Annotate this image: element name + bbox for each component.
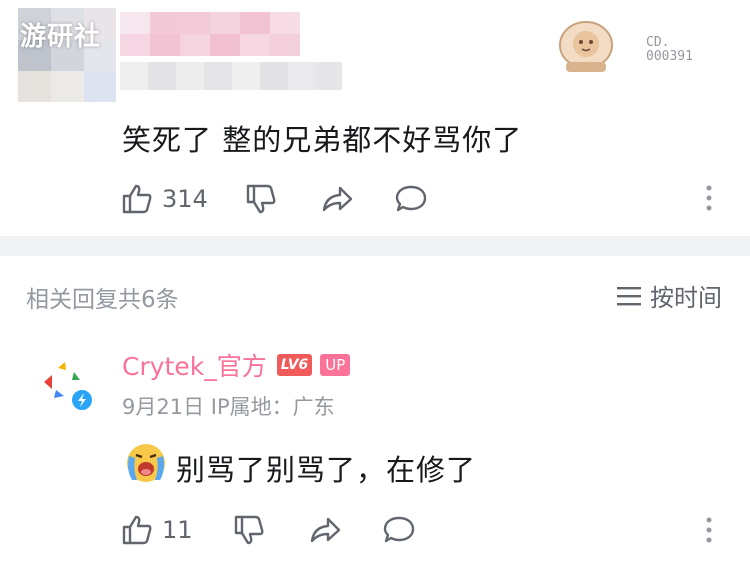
like-icon[interactable] <box>120 182 154 216</box>
reply-icon[interactable] <box>394 182 428 216</box>
like-count: 11 <box>162 516 193 544</box>
share-icon[interactable] <box>320 182 354 216</box>
watermark-text: 游研社 <box>20 22 102 52</box>
author-name[interactable]: Crytek_官方 <box>122 347 267 383</box>
dislike-icon[interactable] <box>244 182 278 216</box>
avatar[interactable] <box>38 356 96 414</box>
reply-actions: 11 <box>120 510 193 550</box>
reply-meta: 9月21日 IP属地：广东 <box>122 395 335 419</box>
badge-number: CD. 000391 <box>646 35 693 64</box>
share-icon[interactable] <box>308 513 342 547</box>
meta-blurred <box>120 62 342 90</box>
more-icon[interactable] <box>705 516 713 544</box>
like-count: 314 <box>162 185 208 213</box>
reply-text: 别骂了别骂了，在修了 <box>176 453 477 487</box>
more-icon[interactable] <box>705 184 713 212</box>
reply-author-row: Crytek_官方 LV6 UP <box>122 347 351 383</box>
up-tag: UP <box>320 354 351 376</box>
sort-button[interactable]: 按时间 <box>616 278 722 313</box>
comment-actions: 314 <box>120 179 208 219</box>
username-blurred[interactable] <box>120 12 300 56</box>
fan-badge-icon <box>559 21 613 72</box>
sort-icon <box>617 286 641 305</box>
crying-emoji-icon <box>127 444 165 482</box>
section-divider <box>0 236 750 256</box>
like-icon[interactable] <box>120 513 154 547</box>
dislike-icon[interactable] <box>232 513 266 547</box>
sort-label: 按时间 <box>650 284 722 312</box>
comment-text: 笑死了 整的兄弟都不好骂你了 <box>122 123 523 157</box>
related-replies-count: 相关回复共6条 <box>26 287 179 313</box>
reply-icon[interactable] <box>382 513 416 547</box>
level-badge: LV6 <box>276 354 313 376</box>
